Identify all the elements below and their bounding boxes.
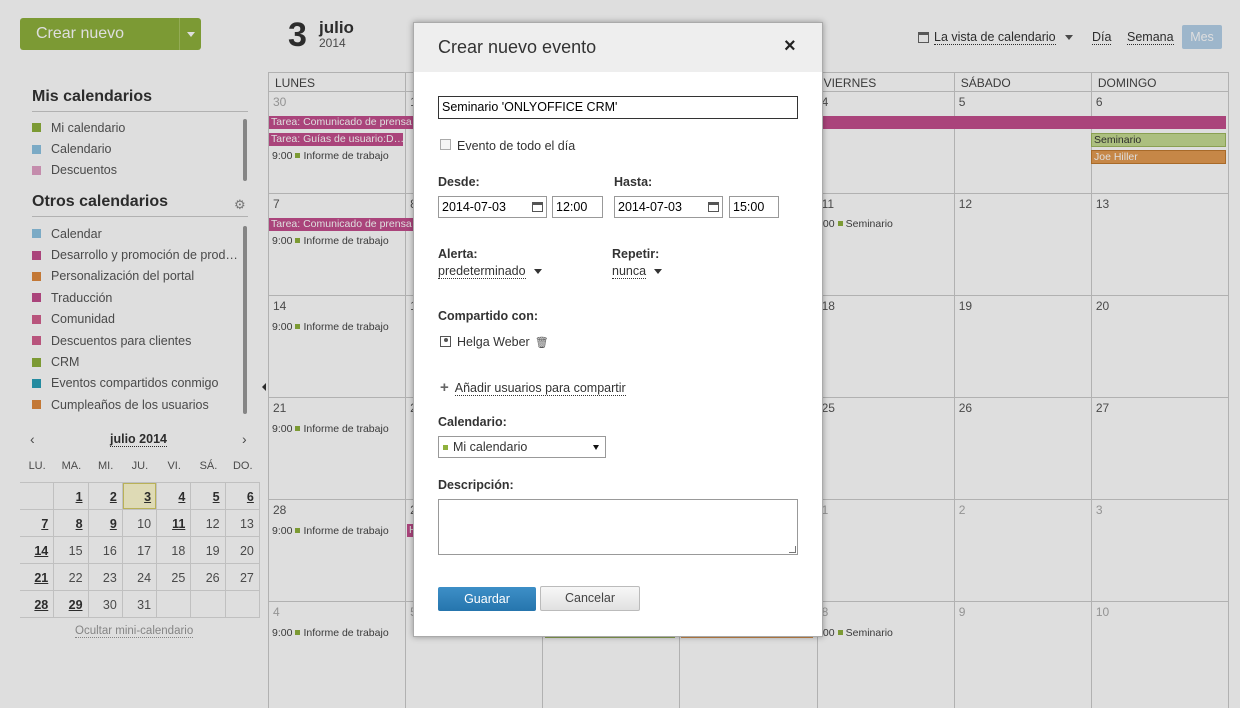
calendar-label: Calendario: [438,415,507,429]
all-day-label: Evento de todo el día [457,139,576,153]
to-date-input[interactable]: 2014-07-03 [614,196,723,218]
shared-with-label: Compartido con: [438,309,538,323]
dialog-header: Crear nuevo evento × [414,23,822,72]
close-icon[interactable]: × [784,35,796,58]
dialog-title: Crear nuevo evento [438,37,597,57]
shared-user-name: Helga Weber [457,335,530,349]
calendar-icon[interactable] [532,202,543,212]
description-textarea[interactable] [438,499,798,555]
calendar-color-swatch [443,445,448,451]
chevron-down-icon [533,269,542,275]
from-time-input[interactable]: 12:00 [552,196,603,218]
plus-icon: + [440,379,449,396]
shared-user: Helga Weber 🗑 [440,335,549,349]
repeat-label: Repetir: [612,247,660,261]
calendar-select[interactable]: Mi calendario [438,436,606,458]
add-users-link[interactable]: + Añadir usuarios para compartir [440,379,626,396]
repeat-select[interactable]: nunca [612,264,663,279]
repeat-value: nunca [612,264,647,279]
save-button[interactable]: Guardar [438,587,536,611]
cancel-button[interactable]: Cancelar [540,586,640,611]
all-day-checkbox[interactable] [440,139,451,150]
calendar-icon[interactable] [708,202,719,212]
alert-value: predeterminado [438,264,526,279]
description-label: Descripción: [438,478,514,492]
to-label: Hasta: [614,175,653,189]
add-users-label: Añadir usuarios para compartir [454,381,626,396]
chevron-down-icon [654,269,663,275]
alert-label: Alerta: [438,247,478,261]
user-icon [440,336,451,347]
from-date-input[interactable]: 2014-07-03 [438,196,547,218]
event-title-input[interactable]: Seminario 'ONLYOFFICE CRM' [438,96,798,119]
trash-icon[interactable]: 🗑 [535,336,549,349]
to-date-value: 2014-07-03 [618,200,682,214]
alert-select[interactable]: predeterminado [438,264,542,279]
from-date-value: 2014-07-03 [442,200,506,214]
calendar-select-value: Mi calendario [453,440,528,454]
to-time-input[interactable]: 15:00 [729,196,779,218]
create-event-dialog: Crear nuevo evento × Seminario 'ONLYOFFI… [413,22,823,637]
from-label: Desde: [438,175,480,189]
chevron-down-icon [593,445,599,450]
